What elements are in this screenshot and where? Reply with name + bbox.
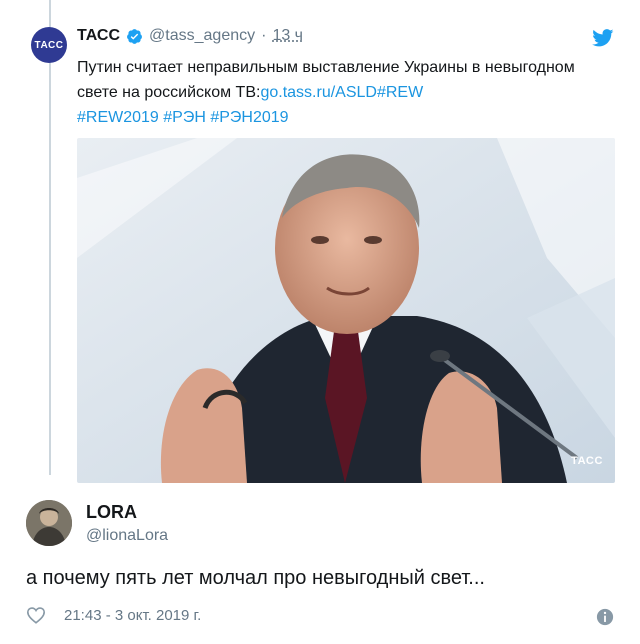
- hashtags[interactable]: #REW2019 #РЭН #РЭН2019: [77, 109, 289, 126]
- thread-line: [49, 0, 51, 475]
- tass-avatar[interactable]: ТАСС: [31, 27, 67, 63]
- quoted-tweet[interactable]: ТАСС ТАСС @tass_agency · 13 ч Путин счит…: [0, 0, 640, 483]
- author-name[interactable]: ТАСС: [77, 27, 120, 45]
- avatar-logo-text: ТАСС: [34, 39, 64, 51]
- separator-dot: ·: [261, 27, 267, 44]
- tweet-footer: 21:43 - 3 окт. 2019 г.: [26, 606, 201, 624]
- info-icon[interactable]: [596, 608, 614, 626]
- reply-avatar[interactable]: [26, 500, 72, 546]
- reply-text: а почему пять лет молчал про невыгодный …: [26, 567, 485, 589]
- tweet-time[interactable]: 13 ч: [272, 27, 303, 45]
- photo-watermark: ТАСС: [571, 455, 603, 467]
- quoted-tweet-text: Путин считает неправильным выставление У…: [77, 55, 597, 130]
- hashtag-rew[interactable]: #REW: [377, 84, 423, 101]
- reply-author-handle[interactable]: @lionaLora: [86, 527, 168, 545]
- reply-author-name[interactable]: LORA: [86, 502, 137, 523]
- quoted-tweet-header: ТАСС @tass_agency · 13 ч: [77, 27, 303, 45]
- tweet-link[interactable]: go.tass.ru/ASLD: [260, 84, 377, 101]
- author-handle[interactable]: @tass_agency: [149, 27, 255, 45]
- verified-badge-icon: [127, 28, 142, 44]
- photo-illustration: [77, 138, 615, 483]
- twitter-bird-icon[interactable]: [592, 29, 614, 47]
- tweet-timestamp[interactable]: 21:43 - 3 окт. 2019 г.: [64, 607, 201, 624]
- heart-icon[interactable]: [26, 606, 46, 624]
- avatar-photo: [26, 500, 72, 546]
- tweet-photo[interactable]: ТАСС: [77, 138, 615, 483]
